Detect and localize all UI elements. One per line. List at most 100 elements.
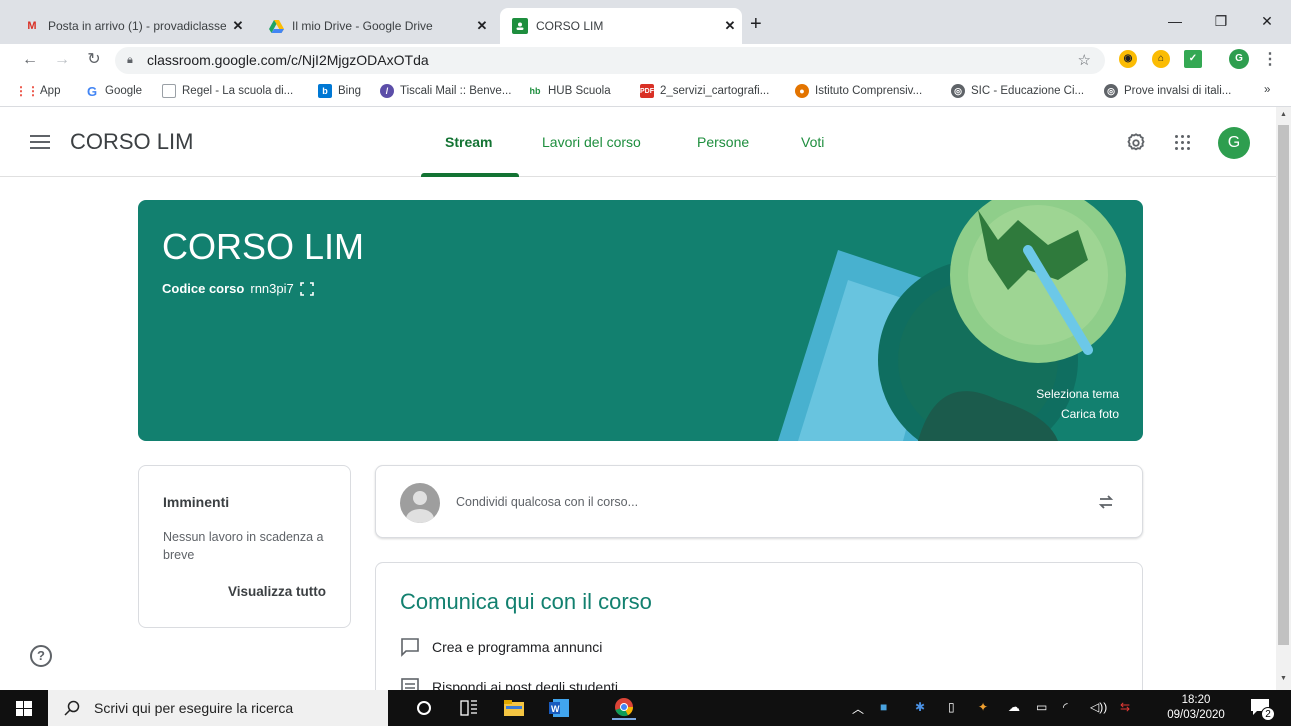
taskbar-clock[interactable]: 18:20 09/03/2020: [1166, 693, 1226, 723]
select-theme-link[interactable]: Seleziona tema: [1036, 387, 1119, 401]
upload-photo-link[interactable]: Carica foto: [1061, 407, 1119, 421]
tab-classwork[interactable]: Lavori del corso: [542, 134, 641, 150]
extension-home-icon[interactable]: ⌂: [1152, 50, 1170, 68]
extension-check-icon[interactable]: ✓: [1184, 50, 1202, 68]
upcoming-card: Imminenti Nessun lavoro in scadenza a br…: [138, 465, 351, 628]
bookmarks-overflow-button[interactable]: »: [1264, 84, 1270, 96]
restore-button[interactable]: ❐: [1198, 8, 1244, 34]
bookmark-item[interactable]: / Tiscali Mail :: Benve...: [380, 84, 511, 98]
word-icon[interactable]: W: [547, 696, 571, 720]
minimize-button[interactable]: —: [1152, 8, 1198, 34]
globe-icon: ◎: [951, 84, 965, 98]
bluetooth-icon[interactable]: ✱: [915, 700, 925, 714]
tab-title: Posta in arrivo (1) - provadiclasse: [48, 19, 226, 33]
course-code-label: Codice corso: [162, 281, 245, 296]
browser-menu-icon[interactable]: ⋮: [1262, 49, 1278, 69]
view-all-link[interactable]: Visualizza tutto: [228, 584, 326, 599]
announcement-icon: [401, 638, 419, 657]
menu-icon[interactable]: [30, 135, 50, 149]
bookmark-item[interactable]: ⋮⋮ App: [15, 84, 60, 98]
svg-text:W: W: [551, 704, 560, 714]
file-explorer-icon[interactable]: [502, 696, 526, 720]
scroll-thumb[interactable]: [1278, 125, 1289, 645]
upcoming-empty-text: Nessun lavoro in scadenza a breve: [163, 530, 324, 562]
active-tab-indicator: [421, 173, 519, 177]
reload-icon[interactable]: ↻: [82, 48, 106, 72]
share-box[interactable]: Condividi qualcosa con il corso...: [375, 465, 1143, 538]
google-apps-icon[interactable]: [1175, 135, 1191, 151]
extension-search-icon[interactable]: ◉: [1119, 50, 1137, 68]
repost-icon[interactable]: [1096, 492, 1116, 512]
task-view-icon[interactable]: [457, 696, 481, 720]
course-code-value: rnn3pi7: [250, 281, 294, 296]
bookmark-item[interactable]: b Bing: [318, 84, 361, 98]
bookmark-item[interactable]: hb HUB Scuola: [528, 84, 611, 98]
bookmark-item[interactable]: ● Istituto Comprensiv...: [795, 84, 922, 98]
close-icon[interactable]: ✕: [470, 18, 494, 34]
help-icon[interactable]: ?: [30, 645, 52, 667]
battery-icon[interactable]: ▭: [1036, 700, 1047, 714]
network-status-icon[interactable]: ⇆: [1120, 700, 1130, 714]
close-icon[interactable]: ✕: [718, 18, 742, 34]
bookmarks-bar: ⋮⋮ App G Google Regel - La scuola di... bB…: [0, 77, 1291, 107]
communicate-card: Comunica qui con il corso Crea e program…: [375, 562, 1143, 702]
fullscreen-icon[interactable]: [299, 281, 314, 296]
security-icon[interactable]: ✦: [978, 700, 988, 714]
cortana-icon[interactable]: [412, 696, 436, 720]
tab-drive[interactable]: Il mio Drive - Google Drive ✕: [256, 8, 494, 44]
tab-gmail[interactable]: M Posta in arrivo (1) - provadiclasse ✕: [12, 8, 250, 44]
account-avatar[interactable]: G: [1218, 127, 1250, 159]
search-icon: [64, 700, 80, 716]
browser-toolbar: ← → ↻ 🔒︎ classroom.google.com/c/NjI2Mjgz…: [0, 44, 1291, 77]
course-title[interactable]: CORSO LIM: [70, 129, 193, 155]
tab-title: Il mio Drive - Google Drive: [292, 19, 433, 33]
windows-icon: [16, 701, 32, 716]
globe-icon: ◎: [1104, 84, 1118, 98]
settings-icon[interactable]: [1125, 132, 1147, 154]
bookmark-star-icon[interactable]: ☆: [1078, 47, 1091, 74]
upcoming-title: Imminenti: [163, 494, 230, 510]
bookmark-item[interactable]: Regel - La scuola di...: [162, 84, 293, 98]
back-icon[interactable]: ←: [18, 48, 42, 72]
tab-people[interactable]: Persone: [697, 134, 749, 150]
bookmark-item[interactable]: ◎ SIC - Educazione Ci...: [951, 84, 1084, 98]
notification-icon[interactable]: 2: [1250, 698, 1275, 721]
drive-icon: [268, 18, 284, 34]
bookmark-item[interactable]: PDF 2_servizi_cartografi...: [640, 84, 769, 98]
page-scrollbar[interactable]: ▲ ▼: [1276, 107, 1291, 690]
classroom-header: CORSO LIM Stream Lavori del corso Person…: [0, 107, 1276, 177]
communicate-title: Comunica qui con il corso: [400, 589, 652, 614]
tab-stream[interactable]: Stream: [445, 134, 492, 150]
usb-icon[interactable]: ▯: [948, 700, 955, 714]
new-tab-button[interactable]: +: [750, 14, 762, 34]
windows-taskbar: Scrivi qui per eseguire la ricerca W ︿ ■…: [0, 690, 1291, 726]
forward-icon[interactable]: →: [50, 48, 74, 72]
close-icon[interactable]: ✕: [226, 18, 250, 34]
notification-count: 2: [1261, 707, 1275, 721]
tiscali-icon: /: [380, 84, 394, 98]
list-item: Crea e programma annunci: [400, 637, 602, 657]
onedrive-icon[interactable]: ☁: [1008, 700, 1020, 714]
page-icon: [162, 84, 176, 98]
tray-app-icon[interactable]: ■: [880, 700, 887, 714]
address-bar[interactable]: 🔒︎ classroom.google.com/c/NjI2MjgzODAxOT…: [115, 47, 1105, 74]
tray-expand-icon[interactable]: ︿: [852, 700, 864, 717]
tab-grades[interactable]: Voti: [801, 134, 824, 150]
tab-classroom[interactable]: CORSO LIM ✕: [500, 8, 742, 44]
clock-date: 09/03/2020: [1167, 709, 1225, 721]
scroll-down-arrow[interactable]: ▼: [1276, 675, 1291, 682]
classroom-icon: [512, 18, 528, 34]
bing-icon: b: [318, 84, 332, 98]
volume-icon[interactable]: ◁)): [1090, 700, 1107, 714]
bookmark-item[interactable]: G Google: [85, 84, 142, 99]
scroll-up-arrow[interactable]: ▲: [1276, 111, 1291, 118]
start-button[interactable]: [0, 690, 48, 726]
profile-avatar[interactable]: G: [1229, 49, 1249, 69]
share-placeholder[interactable]: Condividi qualcosa con il corso...: [456, 495, 638, 509]
wifi-icon[interactable]: ◜: [1063, 700, 1068, 714]
chrome-taskbar-icon[interactable]: [612, 696, 636, 720]
bookmark-item[interactable]: ◎ Prove invalsi di itali...: [1104, 84, 1231, 98]
taskbar-search-input[interactable]: Scrivi qui per eseguire la ricerca: [48, 690, 388, 726]
lock-icon: 🔒︎: [127, 54, 133, 66]
window-close-button[interactable]: ✕: [1244, 8, 1290, 34]
